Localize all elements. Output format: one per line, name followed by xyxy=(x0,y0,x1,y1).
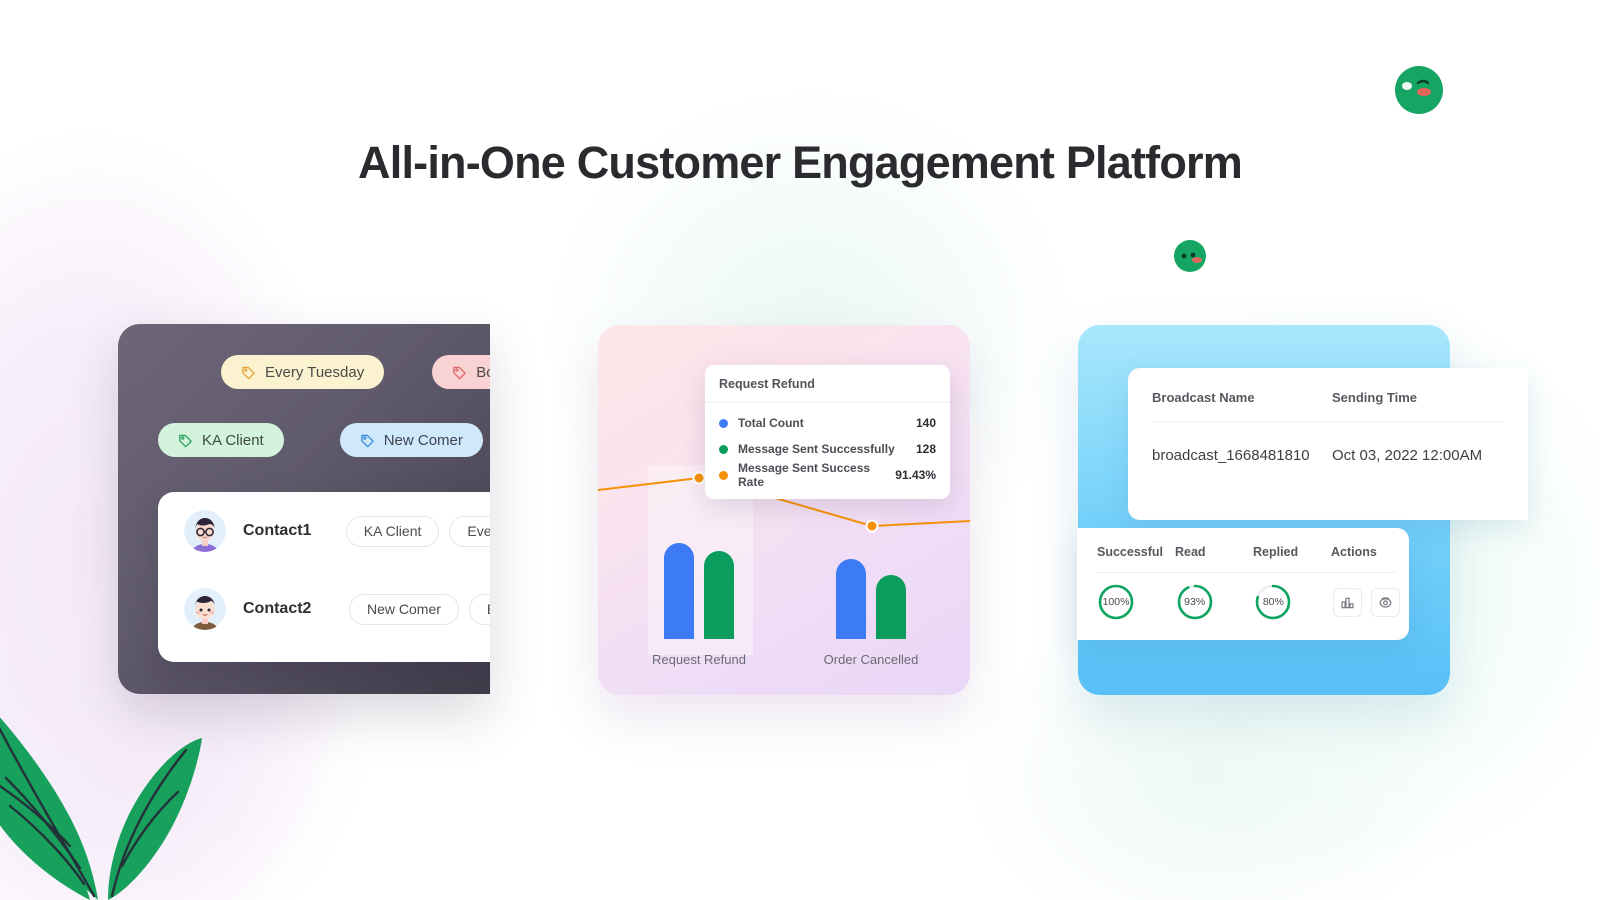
contacts-list-panel: Contact1 KA Client Every Tuesday Contact… xyxy=(158,492,490,662)
tooltip-label: Message Sent Successfully xyxy=(738,442,895,456)
table-row[interactable]: broadcast_1668481810 Oct 03, 2022 12:00A… xyxy=(1128,422,1528,464)
mascot-small-icon xyxy=(1174,240,1206,272)
bar-total-count xyxy=(664,543,694,639)
preview-button[interactable] xyxy=(1371,587,1401,617)
analytics-chart-card: Request Refund Order Cancelled Request R… xyxy=(598,325,970,695)
progress-value: 100% xyxy=(1102,596,1130,608)
series-color-dot xyxy=(719,470,728,480)
tag-icon xyxy=(242,366,255,379)
contact-tag-chip[interactable]: KA Client xyxy=(345,515,440,547)
tag-label: Every Tuesday xyxy=(265,363,365,381)
avatar xyxy=(184,588,226,630)
contact-tag-chip[interactable]: New Comer xyxy=(349,593,459,625)
stats-table-header: Successful Read Replied Actions xyxy=(1077,528,1409,559)
plant-decoration xyxy=(0,717,202,900)
tooltip-value: 91.43% xyxy=(895,468,936,482)
contact-name: Contact1 xyxy=(243,522,312,539)
mascot-large-icon xyxy=(1395,66,1443,114)
series-color-dot xyxy=(719,418,728,428)
column-header-actions: Actions xyxy=(1331,545,1377,559)
tooltip-label: Message Sent Success Rate xyxy=(738,461,871,489)
contact-row[interactable]: Contact1 KA Client Every Tuesday xyxy=(158,492,490,570)
tooltip-value: 140 xyxy=(915,416,936,430)
tag-label: KA Client xyxy=(202,431,264,449)
bar-chart-icon xyxy=(1341,597,1354,608)
stat-read: 93% xyxy=(1176,583,1255,621)
bar-sent-successfully xyxy=(876,575,906,639)
broadcast-table: Broadcast Name Sending Time broadcast_16… xyxy=(1128,368,1528,520)
stat-replied: 80% xyxy=(1254,583,1333,621)
broadcast-name: broadcast_1668481810 xyxy=(1152,447,1310,464)
tag-pill-new-comer[interactable]: New Comer xyxy=(339,423,483,457)
column-header-sending-time: Sending Time xyxy=(1332,390,1417,405)
progress-value: 80% xyxy=(1262,596,1284,608)
bar-sent-successfully xyxy=(704,551,734,639)
x-axis-label: Order Cancelled xyxy=(823,652,919,667)
tag-label: New Comer xyxy=(383,431,463,449)
column-header-replied: Replied xyxy=(1253,545,1299,559)
tag-pill-booked[interactable]: Booked xyxy=(432,355,490,389)
progress-ring: 100% xyxy=(1097,583,1135,621)
column-header-read: Read xyxy=(1175,545,1206,559)
column-header-successful: Successful xyxy=(1097,545,1164,559)
tooltip-value: 128 xyxy=(915,442,936,456)
tag-pill-every-tuesday[interactable]: Every Tuesday xyxy=(221,355,385,389)
tag-icon xyxy=(360,434,374,447)
contact-row[interactable]: Contact2 New Comer Booked xyxy=(158,570,490,648)
broadcast-stats-table: Successful Read Replied Actions 100% 93%… xyxy=(1077,528,1409,640)
contact-tag-chip[interactable]: Booked xyxy=(468,593,490,625)
tooltip-title: Request Refund xyxy=(705,365,950,403)
bar-total-count xyxy=(836,559,866,639)
view-analytics-button[interactable] xyxy=(1333,587,1363,617)
progress-value: 93% xyxy=(1184,596,1206,608)
tooltip-row: Total Count 140 xyxy=(719,410,936,436)
avatar xyxy=(184,510,226,552)
actions-cell xyxy=(1333,587,1409,617)
x-axis-label: Request Refund xyxy=(652,652,746,667)
line-point xyxy=(865,519,879,533)
chart-bars xyxy=(598,539,970,639)
broadcast-card: Broadcast Name Sending Time broadcast_16… xyxy=(1077,325,1528,695)
progress-ring: 93% xyxy=(1176,583,1214,621)
table-row: 100% 93% 80% xyxy=(1077,573,1409,621)
tag-icon xyxy=(179,434,192,447)
series-color-dot xyxy=(719,444,728,454)
tag-pill-ka-client[interactable]: KA Client xyxy=(158,423,284,457)
page-title: All-in-One Customer Engagement Platform xyxy=(358,137,1243,188)
column-header-broadcast-name: Broadcast Name xyxy=(1152,390,1255,405)
sending-time: Oct 03, 2022 12:00AM xyxy=(1332,447,1483,464)
bar-chart: Request Refund Order Cancelled Request R… xyxy=(598,325,970,695)
stat-successful: 100% xyxy=(1097,583,1176,621)
chart-tooltip: Request Refund Total Count 140 Message S… xyxy=(705,365,950,499)
progress-ring: 80% xyxy=(1254,583,1292,621)
contacts-card: Every Tuesday Booked KA Client New Comer xyxy=(118,324,490,694)
tooltip-row: Message Sent Successfully 128 xyxy=(719,436,936,462)
eye-icon xyxy=(1379,596,1392,608)
line-point xyxy=(692,471,706,485)
contact-name: Contact2 xyxy=(243,600,312,617)
broadcast-table-header: Broadcast Name Sending Time xyxy=(1128,368,1528,405)
tag-icon xyxy=(453,366,467,379)
tag-label: Booked xyxy=(476,363,490,381)
contact-tag-chip[interactable]: Every Tuesday xyxy=(449,515,490,547)
tooltip-row: Message Sent Success Rate 91.43% xyxy=(719,461,936,489)
tooltip-label: Total Count xyxy=(738,416,804,430)
